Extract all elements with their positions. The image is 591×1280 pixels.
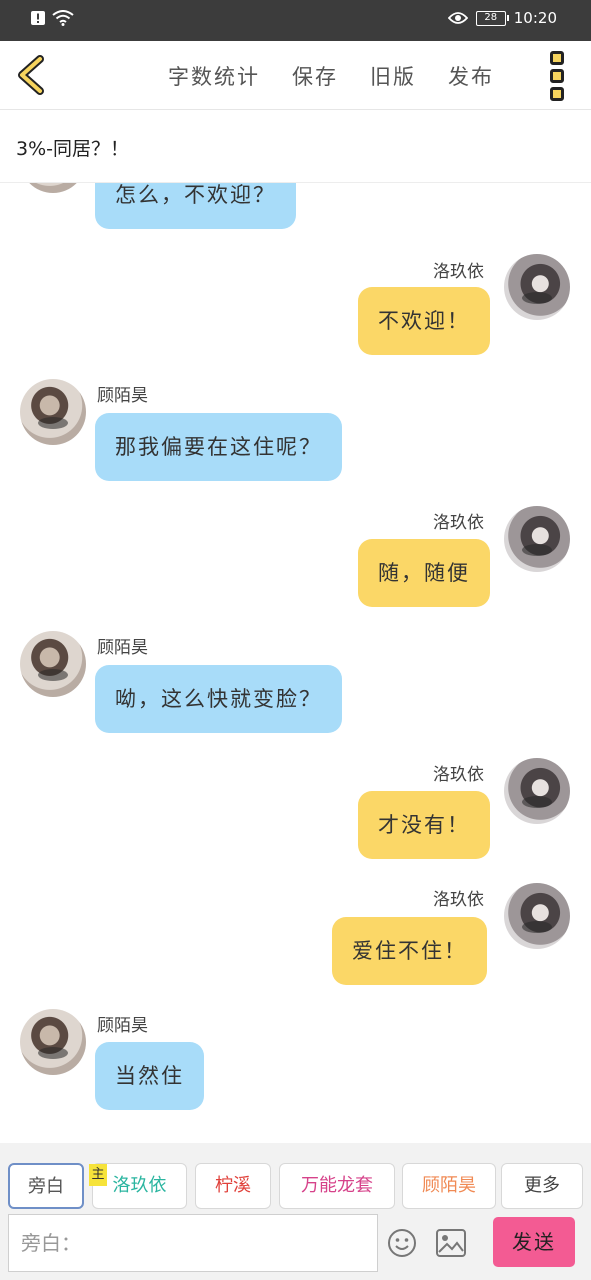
battery-indicator: 28 bbox=[475, 10, 509, 26]
eye-icon bbox=[447, 12, 468, 24]
role-label: 更多 bbox=[524, 1175, 560, 1196]
role-label: 旁白 bbox=[28, 1176, 64, 1197]
role-ning-xi[interactable]: 柠溪 bbox=[195, 1163, 271, 1209]
send-button[interactable]: 发送 bbox=[493, 1217, 575, 1267]
emoji-icon[interactable] bbox=[387, 1228, 417, 1258]
sender-name: 顾陌昊 bbox=[97, 386, 148, 406]
avatar-boy[interactable] bbox=[20, 183, 86, 193]
more-menu-icon[interactable] bbox=[550, 51, 568, 101]
avatar-boy[interactable] bbox=[20, 379, 86, 445]
word-count-button[interactable]: 字数统计 bbox=[168, 61, 260, 91]
editor-toolbar: 字数统计 保存 旧版 发布 bbox=[0, 41, 591, 110]
role-label: 洛玖依 bbox=[112, 1175, 167, 1196]
chapter-title: 3%-同居？！ bbox=[16, 138, 129, 160]
role-label: 顾陌昊 bbox=[422, 1175, 476, 1196]
composer-panel: 旁白 洛玖依 柠溪 万能龙套 顾陌昊 更多 主 旁白： 发送 bbox=[0, 1143, 591, 1280]
message-bubble[interactable]: 那我偏要在这住呢？ bbox=[95, 413, 342, 481]
avatar-girl[interactable] bbox=[504, 254, 570, 320]
role-label: 万能龙套 bbox=[301, 1175, 373, 1196]
image-icon[interactable] bbox=[436, 1229, 466, 1257]
message-input[interactable]: 旁白： bbox=[8, 1214, 378, 1272]
chapter-title-row[interactable]: 3%-同居？！ bbox=[0, 110, 591, 183]
avatar-girl[interactable] bbox=[504, 758, 570, 824]
chat-list[interactable]: 怎么，不欢迎？ 洛玖依 不欢迎！ 顾陌昊 那我偏要在这住呢？ 洛玖依 随，随便 … bbox=[0, 183, 591, 1143]
avatar-boy[interactable] bbox=[20, 631, 86, 697]
role-narrator[interactable]: 旁白 bbox=[8, 1163, 84, 1209]
message-bubble[interactable]: 爱住不住！ bbox=[332, 917, 487, 985]
avatar-boy[interactable] bbox=[20, 1009, 86, 1075]
sender-name: 洛玖依 bbox=[433, 513, 484, 533]
status-bar: 28 10:20 bbox=[0, 0, 591, 41]
main-role-badge: 主 bbox=[89, 1164, 107, 1186]
alert-icon bbox=[31, 11, 45, 25]
role-label: 柠溪 bbox=[215, 1175, 251, 1196]
wifi-icon bbox=[52, 10, 74, 26]
sender-name: 洛玖依 bbox=[433, 890, 484, 910]
sender-name: 顾陌昊 bbox=[97, 1016, 148, 1036]
sender-name: 洛玖依 bbox=[433, 765, 484, 785]
sender-name: 顾陌昊 bbox=[97, 638, 148, 658]
save-button[interactable]: 保存 bbox=[292, 61, 338, 91]
role-gu-mohao[interactable]: 顾陌昊 bbox=[402, 1163, 496, 1209]
message-bubble[interactable]: 不欢迎！ bbox=[358, 287, 490, 355]
message-bubble[interactable]: 怎么，不欢迎？ bbox=[95, 183, 296, 229]
message-bubble[interactable]: 才没有！ bbox=[358, 791, 490, 859]
back-arrow-icon[interactable] bbox=[14, 55, 50, 95]
role-extra[interactable]: 万能龙套 bbox=[279, 1163, 395, 1209]
sender-name: 洛玖依 bbox=[433, 262, 484, 282]
role-more[interactable]: 更多 bbox=[501, 1163, 583, 1209]
publish-button[interactable]: 发布 bbox=[448, 61, 494, 91]
message-bubble[interactable]: 当然住 bbox=[95, 1042, 204, 1110]
message-bubble[interactable]: 呦，这么快就变脸？ bbox=[95, 665, 342, 733]
avatar-girl[interactable] bbox=[504, 883, 570, 949]
avatar-girl[interactable] bbox=[504, 506, 570, 572]
old-version-button[interactable]: 旧版 bbox=[370, 61, 416, 91]
clock: 10:20 bbox=[513, 9, 557, 27]
message-bubble[interactable]: 随，随便 bbox=[358, 539, 490, 607]
